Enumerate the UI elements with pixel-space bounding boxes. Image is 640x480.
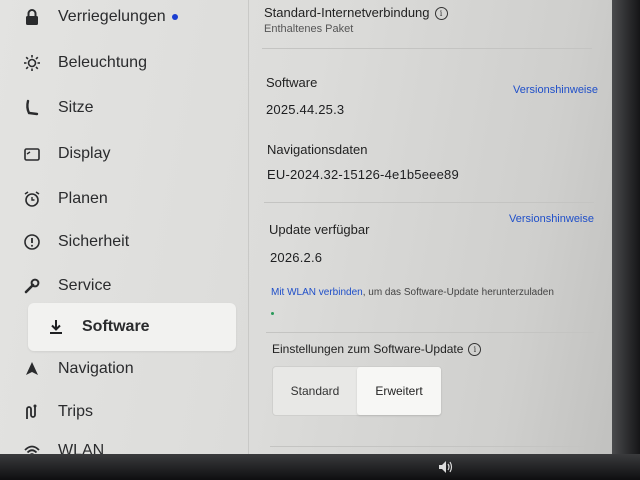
sidebar-item-label: Sicherheit — [58, 233, 130, 250]
sidebar-item-software[interactable]: Software — [28, 303, 236, 351]
wrench-icon — [20, 274, 44, 298]
screen-bezel-bottom — [0, 454, 640, 480]
display-icon — [20, 142, 44, 166]
sidebar-item-beleuchtung[interactable]: Beleuchtung — [20, 44, 238, 82]
divider — [266, 332, 594, 333]
volume-icon[interactable] — [438, 460, 454, 477]
sidebar-item-sitze[interactable]: Sitze — [20, 89, 238, 127]
info-icon[interactable]: i — [434, 7, 448, 20]
sidebar-divider — [248, 0, 249, 460]
seat-icon — [20, 96, 44, 120]
sidebar-item-label: Planen — [58, 190, 108, 207]
screen: Verriegelungen Beleuchtung Sitze Display — [0, 0, 640, 480]
sidebar-item-label: Software — [82, 318, 150, 335]
info-icon[interactable]: i — [468, 343, 482, 356]
sidebar-item-verriegelungen[interactable]: Verriegelungen — [20, 0, 238, 36]
trips-icon — [20, 400, 44, 424]
status-indicator — [271, 312, 274, 315]
lock-icon — [20, 5, 44, 29]
navigation-data-version: EU-2024.32-15126-4e1b5eee89 — [267, 167, 459, 182]
screen-bezel-right — [612, 0, 640, 480]
update-mode-segmented-control: Standard Erweitert — [272, 366, 442, 416]
software-release-notes-link[interactable]: Versionshinweise — [513, 84, 598, 96]
sidebar-item-display[interactable]: Display — [20, 135, 238, 173]
sidebar-item-sicherheit[interactable]: Sicherheit — [20, 223, 238, 261]
alarm-clock-icon — [20, 187, 44, 211]
sidebar-item-label: Navigation — [58, 360, 134, 377]
update-release-notes-link[interactable]: Versionshinweise — [509, 213, 594, 225]
sidebar-item-label: Trips — [58, 403, 93, 420]
alert-circle-icon — [20, 230, 44, 254]
divider — [270, 446, 590, 447]
navigation-data-label: Navigationsdaten — [267, 142, 368, 157]
update-mode-standard[interactable]: Standard — [273, 367, 357, 415]
sidebar-item-label: Verriegelungen — [58, 8, 166, 25]
sidebar-item-label: Sitze — [58, 99, 94, 116]
update-available-label: Update verfügbar — [269, 222, 370, 237]
sidebar-item-label: Service — [58, 277, 112, 294]
sidebar-item-label: Beleuchtung — [58, 54, 147, 71]
connect-wifi-link[interactable]: Mit WLAN verbinden — [271, 287, 363, 298]
sidebar-item-navigation[interactable]: Navigation — [20, 350, 238, 388]
sidebar-item-service[interactable]: Service — [20, 267, 238, 305]
divider — [264, 202, 594, 203]
update-mode-erweitert[interactable]: Erweitert — [357, 367, 441, 415]
software-version: 2025.44.25.3 — [266, 102, 345, 117]
sun-icon — [20, 51, 44, 75]
notification-dot — [171, 14, 178, 20]
connectivity-subtitle: Enthaltenes Paket — [264, 23, 354, 35]
navigation-arrow-icon — [20, 357, 44, 381]
sidebar-item-planen[interactable]: Planen — [20, 180, 238, 218]
update-version: 2026.2.6 — [270, 250, 323, 265]
download-icon — [44, 315, 68, 339]
sidebar-item-trips[interactable]: Trips — [20, 393, 238, 431]
sidebar-item-label: Display — [58, 145, 111, 162]
wifi-hint: Mit WLAN verbinden, um das Software-Upda… — [271, 287, 554, 298]
connectivity-title: Standard-Internetverbindung i — [264, 5, 448, 20]
divider — [262, 48, 592, 49]
software-label: Software — [266, 75, 318, 90]
update-settings-title: Einstellungen zum Software-Update i — [272, 342, 482, 356]
